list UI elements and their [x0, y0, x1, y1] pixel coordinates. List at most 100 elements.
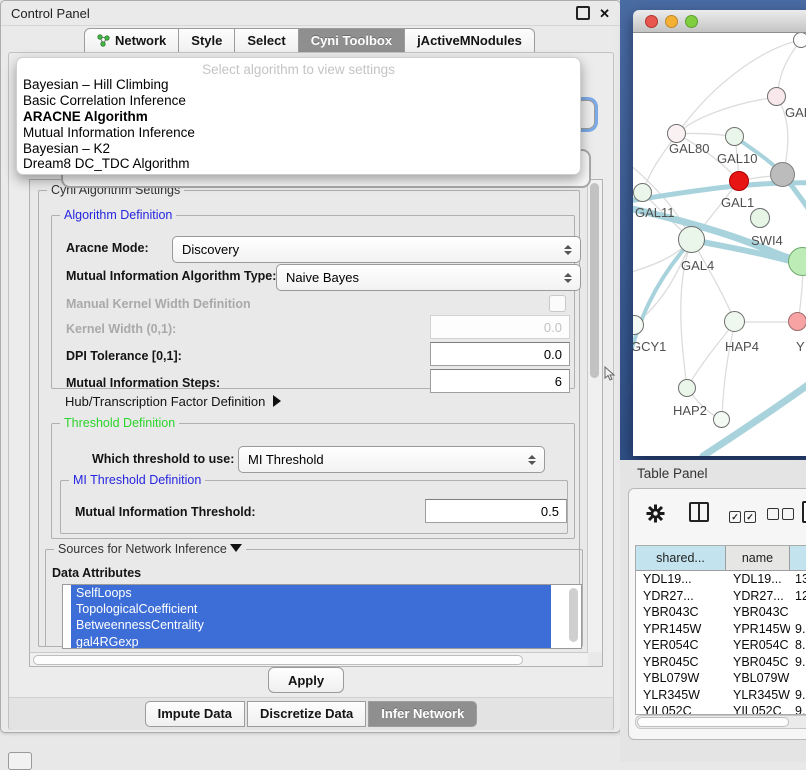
network-canvas[interactable]: GAL GAL80 GAL10 GAL1 GAL11 SWI4 GAL4 GCY… — [633, 33, 806, 456]
table-row[interactable]: YPR145WYPR145W9. — [636, 621, 806, 638]
table-row[interactable]: YLR345WYLR345W9. — [636, 687, 806, 704]
gear-icon[interactable] — [645, 503, 666, 529]
node[interactable] — [770, 162, 795, 187]
node[interactable] — [767, 87, 786, 106]
float-window-icon[interactable] — [576, 6, 590, 20]
which-threshold-select[interactable]: MI Threshold — [238, 446, 545, 473]
tab-impute-data[interactable]: Impute Data — [145, 701, 245, 727]
table-horizontal-scrollbar[interactable] — [635, 715, 806, 729]
data-attributes-list[interactable]: SelfLoops TopologicalCoefficient Between… — [62, 584, 582, 649]
tab-cyni-toolbox[interactable]: Cyni Toolbox — [298, 28, 405, 54]
menu-item-mutual-information[interactable]: Mutual Information Inference — [17, 125, 580, 141]
sources-toggle[interactable]: Sources for Network Inference — [54, 542, 246, 556]
table-row[interactable]: YBL079WYBL079W — [636, 670, 806, 687]
column-header-shared[interactable]: shared... — [636, 546, 726, 570]
minimized-panel-icon[interactable] — [8, 752, 32, 770]
network-icon — [97, 34, 110, 47]
node[interactable] — [713, 411, 730, 428]
table-row[interactable]: YER054CYER054C8. — [636, 637, 806, 654]
tab-style[interactable]: Style — [178, 28, 235, 54]
tab-infer-network[interactable]: Infer Network — [368, 701, 477, 727]
zoom-traffic-light-icon[interactable] — [685, 15, 698, 28]
settings-viewport: Cyni Algorithm Settings Algorithm Defini… — [29, 179, 603, 667]
table-panel: ✓✓ shared... name YDL19...YDL19...13 YDR… — [628, 488, 806, 740]
node[interactable] — [724, 311, 745, 332]
stepper-arrows-icon — [560, 245, 580, 255]
apply-button[interactable]: Apply — [268, 667, 344, 693]
node-label: SWI4 — [751, 233, 783, 248]
network-window-titlebar[interactable] — [633, 10, 806, 33]
hub-section-toggle[interactable]: Hub/Transcription Factor Definition — [65, 394, 281, 409]
column-header-cut[interactable] — [790, 546, 806, 570]
settings-horizontal-scrollbar[interactable] — [30, 652, 588, 666]
menu-item-dream8[interactable]: Dream8 DC_TDC Algorithm — [17, 156, 580, 172]
file-icon[interactable] — [802, 501, 806, 523]
dpi-tolerance-input[interactable]: 0.0 — [430, 342, 570, 366]
mi-algorithm-type-select[interactable]: Naive Bayes — [276, 264, 581, 291]
manual-kernel-width-label: Manual Kernel Width Definition — [66, 297, 251, 311]
network-desktop: GAL GAL80 GAL10 GAL1 GAL11 SWI4 GAL4 GCY… — [620, 0, 806, 460]
menu-item-basic-correlation[interactable]: Basic Correlation Inference — [17, 93, 580, 109]
node[interactable] — [750, 208, 770, 228]
algorithm-dropdown-popup: Select algorithm to view settings Bayesi… — [16, 57, 581, 175]
mouse-cursor-icon — [604, 366, 616, 382]
table-row[interactable]: YIL052CYIL052C9. — [636, 703, 806, 715]
menu-item-bayesian-k2[interactable]: Bayesian – K2 — [17, 141, 580, 157]
node-label: GAL4 — [681, 258, 714, 273]
unchecked-boxes-icon[interactable] — [767, 507, 794, 525]
node-label: Y — [796, 339, 805, 354]
table-row[interactable]: YDR27...YDR27...12 — [636, 588, 806, 605]
node-label: GAL — [785, 105, 806, 120]
node-label: GAL10 — [717, 151, 757, 166]
kernel-width-input[interactable]: 0.0 — [430, 315, 570, 339]
menu-item-bayesian-hill-climbing[interactable]: Bayesian – Hill Climbing — [17, 77, 580, 93]
aracne-mode-select[interactable]: Discovery — [172, 236, 581, 263]
list-item[interactable]: BetweennessCentrality — [71, 617, 551, 633]
mi-steps-input[interactable]: 6 — [430, 369, 570, 393]
list-scrollbar[interactable] — [569, 587, 579, 645]
table-row[interactable]: YBR043CYBR043C — [636, 604, 806, 621]
list-item[interactable]: SelfLoops — [71, 585, 551, 601]
split-columns-icon[interactable] — [689, 502, 709, 522]
node[interactable] — [678, 226, 705, 253]
network-view-window[interactable]: GAL GAL80 GAL10 GAL1 GAL11 SWI4 GAL4 GCY… — [633, 10, 806, 456]
algorithm-definition-group: Algorithm Definition Aracne Mode: Discov… — [51, 215, 575, 389]
node[interactable] — [678, 379, 696, 397]
table-row[interactable]: YDL19...YDL19...13 — [636, 571, 806, 588]
stepper-arrows-icon — [560, 273, 580, 283]
node[interactable] — [725, 127, 744, 146]
checked-boxes-icon[interactable]: ✓✓ — [729, 507, 756, 525]
aracne-mode-label: Aracne Mode: — [66, 241, 149, 255]
cyni-algorithm-settings-group: Cyni Algorithm Settings Algorithm Defini… — [38, 190, 580, 647]
mi-threshold-label: Mutual Information Threshold: — [75, 505, 256, 519]
node[interactable] — [793, 33, 806, 48]
node[interactable] — [633, 183, 652, 202]
mi-steps-label: Mutual Information Steps: — [66, 376, 220, 390]
bottom-tabs: Impute Data Discretize Data Infer Networ… — [9, 701, 613, 727]
tab-network[interactable]: Network — [84, 28, 179, 54]
manual-kernel-width-checkbox[interactable] — [549, 295, 566, 312]
settings-vertical-scrollbar[interactable] — [587, 180, 602, 652]
mi-threshold-input[interactable]: 0.5 — [425, 499, 567, 523]
list-item[interactable]: gal4RGexp — [71, 634, 551, 649]
tab-discretize-data[interactable]: Discretize Data — [247, 701, 366, 727]
list-item[interactable]: TopologicalCoefficient — [71, 601, 551, 617]
close-traffic-light-icon[interactable] — [645, 15, 658, 28]
column-header-name[interactable]: name — [726, 546, 790, 570]
tab-select[interactable]: Select — [234, 28, 298, 54]
close-icon[interactable]: ✕ — [599, 7, 610, 20]
node-label: GAL80 — [669, 141, 709, 156]
node-table[interactable]: shared... name YDL19...YDL19...13 YDR27.… — [635, 545, 806, 715]
dropdown-hint: Select algorithm to view settings — [17, 58, 580, 77]
which-threshold-label: Which threshold to use: — [92, 452, 234, 466]
group-title: MI Threshold Definition — [69, 473, 205, 487]
tab-jactivemnodules[interactable]: jActiveMNodules — [404, 28, 535, 54]
sources-group: Sources for Network Inference Data Attri… — [45, 549, 583, 647]
kernel-width-label: Kernel Width (0,1): — [66, 322, 176, 336]
node-gal1-selected[interactable] — [729, 171, 749, 191]
node[interactable] — [788, 312, 806, 331]
table-row[interactable]: YBR045CYBR045C9. — [636, 654, 806, 671]
minimize-traffic-light-icon[interactable] — [665, 15, 678, 28]
mi-threshold-definition-group: MI Threshold Definition Mutual Informati… — [60, 480, 568, 534]
menu-item-aracne[interactable]: ARACNE Algorithm — [17, 109, 580, 125]
